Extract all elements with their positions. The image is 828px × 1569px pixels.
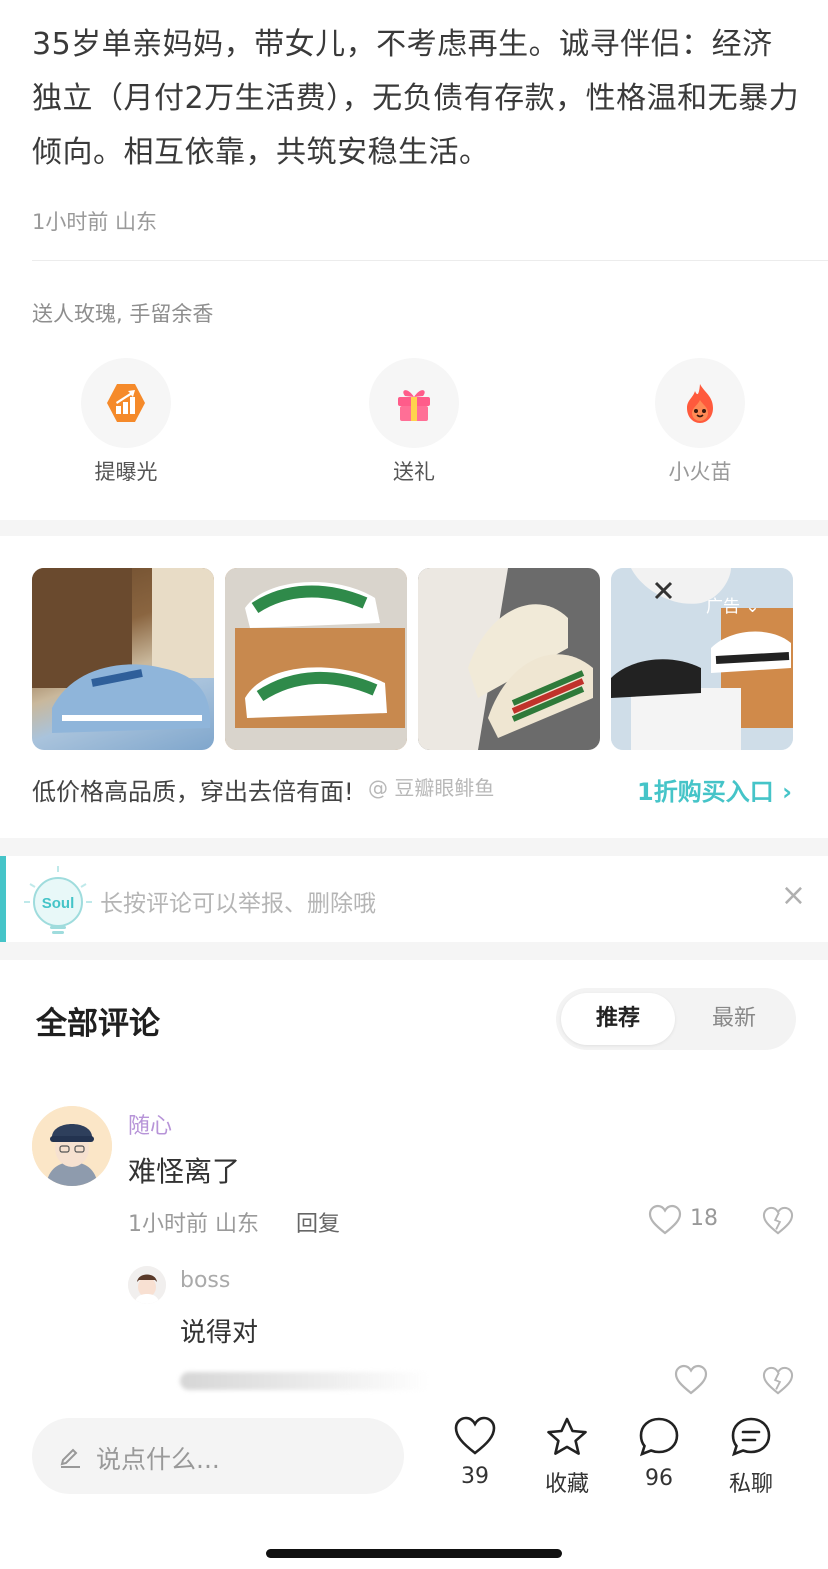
tip-bar: Soul 长按评论可以举报、删除哦 ×: [0, 856, 828, 942]
flame-button[interactable]: 小火苗: [640, 358, 760, 486]
home-indicator: [266, 1549, 562, 1558]
dislike-icon[interactable]: [762, 1206, 794, 1236]
heart-icon[interactable]: [674, 1364, 708, 1396]
chat-icon: [731, 1417, 771, 1457]
flame-icon: [655, 358, 745, 448]
gift-button[interactable]: 送礼: [354, 358, 474, 486]
dislike-icon[interactable]: [762, 1366, 794, 1396]
comment-author[interactable]: 随心: [128, 1108, 172, 1140]
ad-image-1[interactable]: [32, 568, 214, 750]
comment-count-total: 96: [645, 1466, 673, 1491]
gift-label: 送礼: [393, 460, 435, 484]
ad-cta-link[interactable]: 1折购买入口 ›: [637, 772, 792, 807]
tip-text: 长按评论可以举报、删除哦: [100, 891, 376, 917]
ad-tag[interactable]: 广告 ⌄: [706, 592, 760, 617]
close-icon[interactable]: ×: [781, 878, 806, 913]
comment-input[interactable]: 说点什么...: [32, 1418, 404, 1494]
comment-author[interactable]: boss: [180, 1268, 230, 1293]
tip-accent: [0, 856, 6, 942]
ad-caption: 低价格高品质，穿出去倍有面!: [32, 778, 354, 806]
sort-toggle: 推荐 最新: [556, 988, 796, 1050]
boost-label: 提曝光: [94, 460, 158, 484]
comments-title: 全部评论: [36, 1006, 160, 1042]
avatar[interactable]: [128, 1266, 166, 1304]
reply-button[interactable]: 回复: [296, 1206, 340, 1238]
soul-logo-text: Soul: [42, 895, 75, 912]
avatar[interactable]: [32, 1106, 112, 1186]
like-count: 18: [690, 1206, 718, 1231]
post-text: 35岁单亲妈妈，带女儿，不考虑再生。诚寻伴侣：经济独立（月付2万生活费），无负债…: [32, 27, 800, 170]
heart-icon: [454, 1416, 496, 1455]
watermark: @ 豆瓣眼鲱鱼: [368, 776, 495, 800]
heart-icon[interactable]: [648, 1204, 682, 1236]
like-count-total: 39: [461, 1464, 489, 1489]
like-button[interactable]: 39: [430, 1416, 520, 1489]
sort-latest-tab[interactable]: 最新: [677, 993, 791, 1045]
comment-bubble-icon: [639, 1417, 679, 1457]
favorite-button[interactable]: 收藏: [522, 1416, 612, 1498]
divider: [32, 260, 828, 261]
pencil-icon: [60, 1448, 80, 1468]
chevron-down-icon: ⌄: [740, 597, 760, 617]
boost-button[interactable]: 提曝光: [66, 358, 186, 486]
gift-hint: 送人玫瑰, 手留余香: [32, 302, 214, 326]
blurred-meta: [180, 1372, 430, 1390]
soul-logo-icon: Soul: [24, 866, 92, 934]
ad-tag-label: 广告: [706, 597, 740, 617]
ad-image-4[interactable]: [611, 568, 793, 750]
gift-icon: [369, 358, 459, 448]
boost-icon: [81, 358, 171, 448]
bottom-bar: 说点什么... 39 收藏 96 私聊: [0, 1400, 828, 1569]
section-separator: [0, 838, 828, 856]
sort-recommended-tab[interactable]: 推荐: [561, 993, 675, 1045]
flame-label: 小火苗: [668, 460, 732, 484]
comment-button[interactable]: 96: [614, 1416, 704, 1491]
post-meta: 1小时前 山东: [32, 210, 158, 234]
comment-meta: 1小时前 山东: [128, 1212, 259, 1237]
private-chat-button[interactable]: 私聊: [706, 1416, 796, 1498]
section-separator: [0, 942, 828, 960]
favorite-label: 收藏: [544, 1472, 589, 1497]
comment-text[interactable]: 难怪离了: [128, 1150, 240, 1190]
ad-image-2[interactable]: [225, 568, 407, 750]
star-icon: [547, 1417, 587, 1455]
ad-image-3[interactable]: [418, 568, 600, 750]
private-chat-label: 私聊: [728, 1472, 773, 1497]
comment-input-placeholder: 说点什么...: [96, 1445, 220, 1474]
section-separator: [0, 520, 828, 536]
comment-text[interactable]: 说得对: [180, 1312, 258, 1349]
